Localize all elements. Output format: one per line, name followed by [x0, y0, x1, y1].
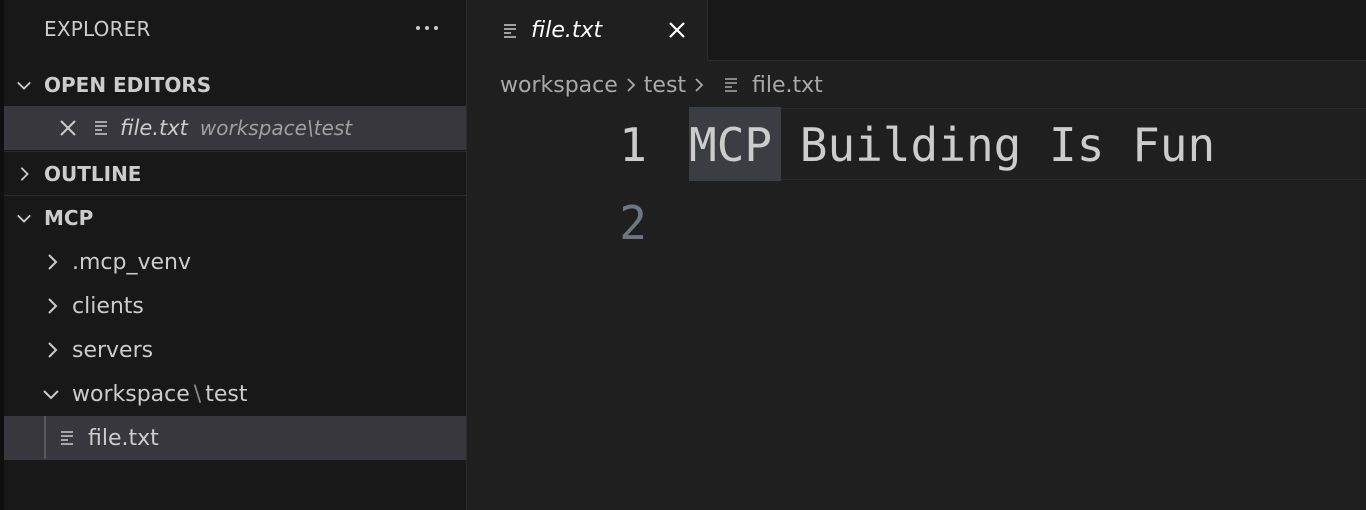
tree-item-label: servers	[72, 337, 154, 363]
explorer-header: EXPLORER	[4, 0, 466, 56]
tree-item-workspace-test[interactable]: workspace \ test	[4, 372, 466, 416]
chevron-down-icon	[16, 77, 32, 93]
open-editor-file-label: file.txt	[120, 116, 188, 140]
explorer-title: EXPLORER	[44, 17, 151, 41]
more-actions-button[interactable]	[409, 10, 445, 46]
chevron-down-icon	[16, 210, 32, 226]
indent-guide	[44, 416, 46, 459]
tree-item-clients[interactable]: clients	[4, 284, 466, 328]
tree-item-label: workspace \ test	[72, 381, 248, 407]
file-icon	[724, 77, 740, 93]
line-number: 2	[619, 196, 647, 250]
close-icon[interactable]	[663, 16, 691, 44]
chevron-right-icon	[618, 74, 644, 96]
tree-item-mcp-venv[interactable]: .mcp_venv	[4, 240, 466, 284]
open-editor-item-file-txt[interactable]: file.txt workspace\test	[4, 106, 466, 150]
close-icon[interactable]	[56, 116, 80, 140]
explorer-sidebar: EXPLORER OPEN EDITORS file.txt workspace…	[0, 0, 467, 510]
text-editor[interactable]: 1 MCP Building Is Fun 2	[467, 107, 1366, 510]
chevron-right-icon	[42, 297, 62, 315]
ellipsis-icon	[416, 26, 420, 30]
mcp-folder-section-header[interactable]: MCP	[4, 196, 466, 240]
chevron-right-icon	[42, 253, 62, 271]
code-line[interactable]: MCP Building Is Fun	[689, 118, 1215, 172]
chevron-right-icon	[686, 74, 712, 96]
open-editors-section-header[interactable]: OPEN EDITORS	[4, 63, 466, 107]
line-number: 1	[619, 118, 647, 172]
tab-file-txt[interactable]: file.txt	[467, 0, 708, 61]
outline-section-header[interactable]: OUTLINE	[4, 152, 466, 196]
breadcrumb-workspace[interactable]: workspace	[500, 73, 618, 98]
tree-item-servers[interactable]: servers	[4, 328, 466, 372]
tree-item-label: file.txt	[88, 425, 159, 451]
file-icon	[503, 23, 519, 39]
chevron-right-icon	[16, 166, 32, 182]
breadcrumb-test[interactable]: test	[644, 73, 686, 98]
file-icon	[60, 430, 76, 446]
open-editor-file-path: workspace\test	[199, 116, 353, 140]
file-icon	[94, 120, 110, 136]
open-editors-title: OPEN EDITORS	[44, 73, 212, 97]
tree-item-file-txt[interactable]: file.txt	[4, 416, 466, 460]
chevron-down-icon	[40, 385, 62, 403]
breadcrumb-file[interactable]: file.txt	[752, 73, 823, 98]
tree-item-label: clients	[72, 293, 144, 319]
outline-title: OUTLINE	[44, 162, 142, 186]
tab-label: file.txt	[531, 18, 603, 43]
tree-item-label: .mcp_venv	[72, 249, 192, 275]
chevron-right-icon	[42, 341, 62, 359]
editor-tab-bar: file.txt	[467, 0, 1366, 61]
breadcrumb: workspace test file.txt	[467, 62, 1366, 108]
mcp-folder-title: MCP	[44, 206, 94, 230]
